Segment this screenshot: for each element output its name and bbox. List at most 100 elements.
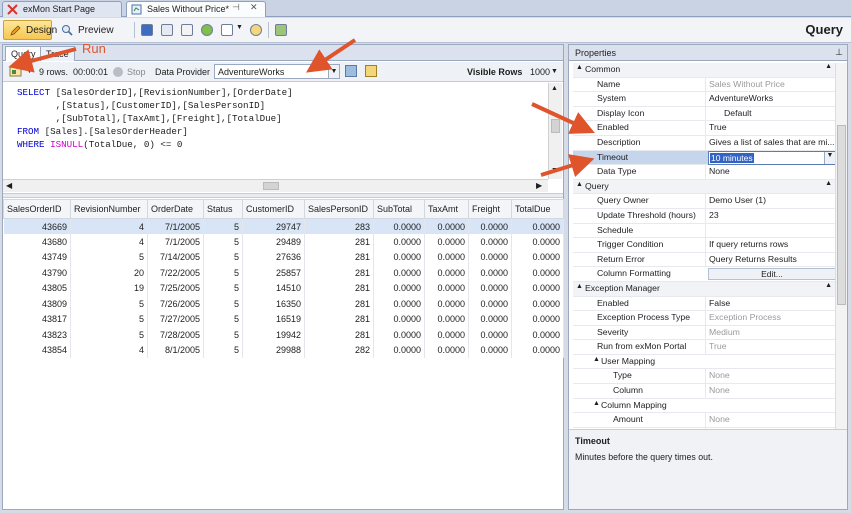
collapse-icon[interactable]: ▲ xyxy=(576,283,583,290)
grid-cell[interactable]: 5 xyxy=(203,234,243,250)
grid-cell[interactable]: 43809 xyxy=(3,296,71,312)
grid-cell[interactable]: 0.0000 xyxy=(468,327,512,343)
property-row[interactable]: Trigger Condition If query returns rows xyxy=(573,238,835,253)
grid-cell[interactable]: 16350 xyxy=(242,296,305,312)
grid-cell[interactable]: 281 xyxy=(304,249,374,265)
grid-cell[interactable]: 0.0000 xyxy=(373,342,425,358)
grid-column-header[interactable]: TotalDue xyxy=(511,199,564,219)
grid-cell[interactable]: 0.0000 xyxy=(511,249,564,265)
grid-cell[interactable]: 281 xyxy=(304,280,374,296)
scroll-up-icon[interactable]: ▲ xyxy=(551,85,558,92)
grid-cell[interactable]: 5 xyxy=(70,296,148,312)
grid-column-header[interactable]: SubTotal xyxy=(373,199,425,219)
property-category[interactable]: ▲ ▲ Query xyxy=(573,179,835,195)
grid-cell[interactable]: 0.0000 xyxy=(424,265,469,281)
sql-vertical-scrollbar[interactable]: ▲ ▼ xyxy=(548,83,562,179)
collapse-icon[interactable]: ▲ xyxy=(576,181,583,188)
grid-cell[interactable]: 27636 xyxy=(242,249,305,265)
grid-cell[interactable]: 0.0000 xyxy=(468,265,512,281)
grid-cell[interactable]: 0.0000 xyxy=(373,327,425,343)
grid-column-header[interactable]: SalesPersonID xyxy=(304,199,374,219)
pin-tab-icon[interactable]: ⊣ xyxy=(232,2,240,13)
refresh-icon[interactable] xyxy=(201,24,213,36)
grid-cell[interactable]: 43805 xyxy=(3,280,71,296)
grid-column-header[interactable]: TaxAmt xyxy=(424,199,469,219)
scroll-thumb[interactable] xyxy=(551,119,560,133)
tab-query[interactable]: Query xyxy=(5,46,42,61)
grid-cell[interactable]: 5 xyxy=(203,280,243,296)
grid-cell[interactable]: 0.0000 xyxy=(424,327,469,343)
grid-cell[interactable]: 281 xyxy=(304,327,374,343)
grid-cell[interactable]: 43817 xyxy=(3,311,71,327)
property-value[interactable]: If query returns rows xyxy=(705,238,835,253)
property-value[interactable]: 23 xyxy=(705,208,835,223)
run-query-icon[interactable] xyxy=(9,65,22,78)
grid-cell[interactable]: 0.0000 xyxy=(468,342,512,358)
grid-cell[interactable]: 0.0000 xyxy=(511,311,564,327)
grid-cell[interactable]: 0.0000 xyxy=(424,342,469,358)
property-value[interactable]: Query Returns Results xyxy=(705,252,835,267)
property-value[interactable]: Default xyxy=(705,106,835,121)
design-button[interactable]: Design xyxy=(3,20,57,40)
table-row[interactable]: 43749 5 7/14/2005 5 27636 281 0.0000 0.0000 0.00… xyxy=(3,249,564,265)
table-row[interactable]: 43809 5 7/26/2005 5 16350 281 0.0000 0.0000 0.00… xyxy=(3,296,564,312)
sql-editor[interactable]: SELECT [SalesOrderID],[RevisionNumber],[… xyxy=(3,83,548,179)
property-row[interactable]: Query Owner Demo User (1) xyxy=(573,194,835,209)
grid-cell[interactable]: 0.0000 xyxy=(424,296,469,312)
data-provider-select[interactable]: AdventureWorks ▼ xyxy=(214,64,340,79)
grid-cell[interactable]: 0.0000 xyxy=(373,280,425,296)
grid-cell[interactable]: 5 xyxy=(203,327,243,343)
grid-column-header[interactable]: OrderDate xyxy=(147,199,204,219)
grid-cell[interactable]: 4 xyxy=(70,342,148,358)
grid-cell[interactable]: 5 xyxy=(203,249,243,265)
property-value[interactable]: Medium xyxy=(705,325,835,340)
property-row[interactable]: Return Error Query Returns Results xyxy=(573,252,835,268)
property-value[interactable]: True xyxy=(705,340,835,355)
grid-cell[interactable]: 5 xyxy=(70,311,148,327)
close-tab-icon[interactable]: ✕ xyxy=(250,2,258,13)
grid-cell[interactable]: 43749 xyxy=(3,249,71,265)
grid-cell[interactable]: 5 xyxy=(70,249,148,265)
property-row[interactable]: Type None xyxy=(573,369,835,385)
grid-cell[interactable]: 5 xyxy=(203,218,243,234)
grid-cell[interactable]: 7/1/2005 xyxy=(147,218,204,234)
property-row[interactable]: Data Type None xyxy=(573,165,835,180)
grid-cell[interactable]: 43790 xyxy=(3,265,71,281)
property-grid[interactable]: ▲ ▲ Common Name Sales Without Price System Adv… xyxy=(573,63,835,429)
table-row[interactable]: 43817 5 7/27/2005 5 16519 281 0.0000 0.0000 0.00… xyxy=(3,311,564,327)
grid-column-header[interactable]: SalesOrderID xyxy=(3,199,71,219)
grid-cell[interactable]: 281 xyxy=(304,311,374,327)
property-value[interactable]: True xyxy=(705,121,835,136)
grid-cell[interactable]: 0.0000 xyxy=(511,296,564,312)
grid-cell[interactable]: 5 xyxy=(203,296,243,312)
tab-sales-without-price[interactable]: Sales Without Price* xyxy=(126,1,266,17)
property-row[interactable]: System AdventureWorks xyxy=(573,92,835,107)
grid-cell[interactable]: 0.0000 xyxy=(373,249,425,265)
grid-column-header[interactable]: Freight xyxy=(468,199,512,219)
grid-cell[interactable]: 29747 xyxy=(242,218,305,234)
property-category[interactable]: ▲ ▲ Exception Manager xyxy=(573,281,835,297)
grid-cell[interactable]: 0.0000 xyxy=(424,249,469,265)
new-document-icon[interactable] xyxy=(221,24,233,36)
property-value[interactable]: Demo User (1) xyxy=(705,194,835,209)
grid-cell[interactable]: 4 xyxy=(70,218,148,234)
find-icon[interactable] xyxy=(250,24,262,36)
property-row[interactable]: Update Threshold (hours) 23 xyxy=(573,208,835,224)
run-dropdown-icon[interactable]: ▼ xyxy=(26,68,33,75)
property-row[interactable]: Column None xyxy=(573,384,835,399)
chevron-down-icon[interactable]: ▼ xyxy=(824,151,835,164)
grid-cell[interactable]: 281 xyxy=(304,296,374,312)
grid-cell[interactable]: 19 xyxy=(70,280,148,296)
scroll-left-icon[interactable]: ◀ xyxy=(6,181,12,190)
property-value[interactable]: AdventureWorks xyxy=(705,92,835,107)
chevron-down-icon[interactable]: ▼ xyxy=(551,68,558,75)
provider-settings-icon[interactable] xyxy=(345,65,357,77)
grid-cell[interactable]: 5 xyxy=(203,311,243,327)
tab-exmon-start-page[interactable]: exMon Start Page xyxy=(2,1,122,17)
table-row[interactable]: 43823 5 7/28/2005 5 19942 281 0.0000 0.0000 0.00… xyxy=(3,327,564,343)
grid-cell[interactable]: 4 xyxy=(70,234,148,250)
scroll-right-icon[interactable]: ▶ xyxy=(536,181,542,190)
grid-cell[interactable]: 0.0000 xyxy=(511,280,564,296)
scroll-thumb[interactable] xyxy=(837,125,846,305)
grid-cell[interactable]: 0.0000 xyxy=(373,296,425,312)
